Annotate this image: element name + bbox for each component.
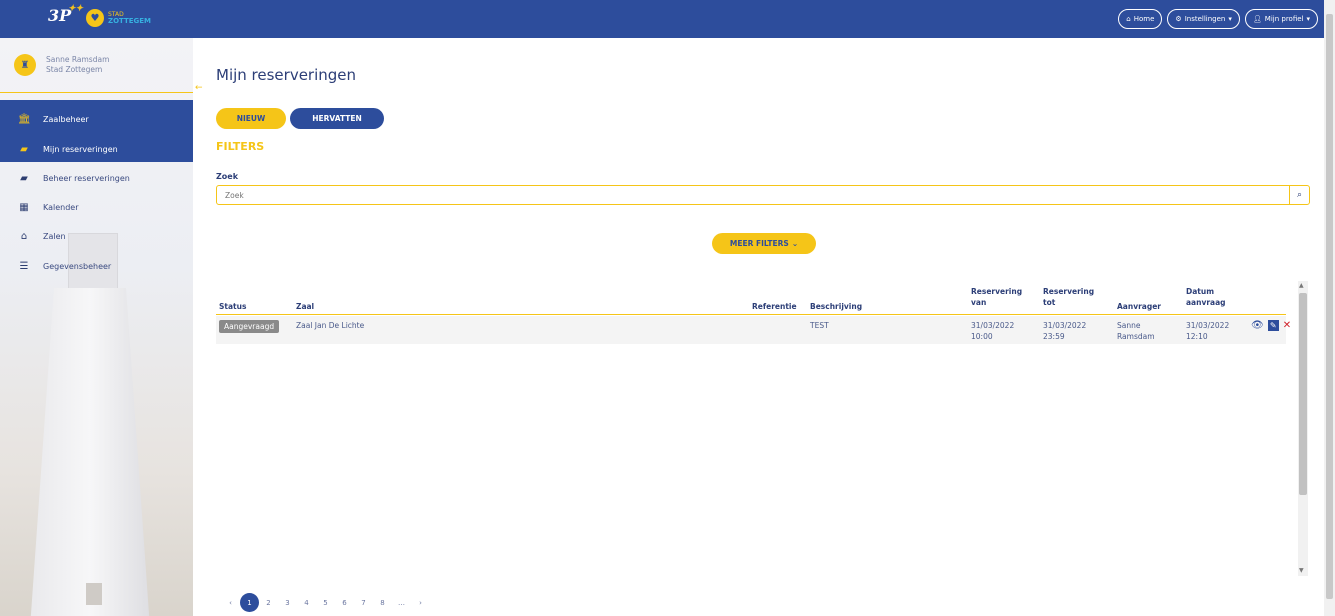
page-3[interactable]: 3: [278, 593, 297, 612]
cell-tot-date: 31/03/2022: [1043, 321, 1087, 330]
status-badge: Aangevraagd: [219, 320, 280, 333]
user-panel[interactable]: ♜ Sanne Ramsdam Stad Zottegem: [0, 38, 193, 93]
cell-datum-time: 12:10: [1186, 332, 1208, 341]
col-header-van-line2: van: [971, 298, 987, 307]
view-icon[interactable]: 👁︎: [1251, 320, 1264, 331]
col-header-tot-line1: Reservering: [1043, 287, 1095, 296]
sidebar-item-mijn-reserveringen[interactable]: ▰ Mijn reserveringen: [0, 135, 193, 163]
edit-icon[interactable]: ✎: [1267, 320, 1279, 331]
sidebar-item-zalen[interactable]: ⌂ Zalen: [0, 222, 193, 250]
database-icon: ☰: [19, 260, 29, 272]
cell-zaal: Zaal Jan De Lichte: [296, 321, 365, 330]
book-icon: ▰: [20, 143, 28, 155]
cell-aanvrager: Sanne Ramsdam: [1117, 320, 1155, 342]
col-header-reservering-tot[interactable]: Reservering tot: [1043, 286, 1094, 308]
more-filters-button[interactable]: MEER FILTERS ⌄: [712, 233, 816, 254]
search-icon: ⌕: [1296, 190, 1303, 200]
scroll-down-arrow-icon[interactable]: ▼: [1299, 567, 1304, 574]
book-icon: ▰: [20, 172, 28, 184]
page-1[interactable]: 1: [240, 593, 259, 612]
scroll-up-arrow-icon[interactable]: ▲: [1299, 282, 1304, 289]
city-logo[interactable]: ♥ STAD ZOTTEGEM: [86, 9, 151, 27]
col-header-datum-aanvraag[interactable]: Datum aanvraag: [1186, 286, 1226, 308]
resume-button[interactable]: HERVATTEN: [290, 108, 384, 129]
col-header-zaal[interactable]: Zaal: [296, 301, 314, 312]
table-row[interactable]: Aangevraagd Zaal Jan De Lichte TEST 31/0…: [216, 316, 1291, 344]
user-icon: 👤︎: [1252, 15, 1262, 23]
settings-dropdown[interactable]: ⚙ Instellingen ▾: [1167, 9, 1240, 29]
lighthouse-background: [30, 288, 150, 616]
col-header-tot-line2: tot: [1043, 298, 1056, 307]
home-icon: ⌂: [20, 230, 28, 242]
cell-aanvrager-last: Ramsdam: [1117, 332, 1155, 341]
col-header-datum-line2: aanvraag: [1186, 298, 1226, 307]
col-header-van-line1: Reservering: [971, 287, 1023, 296]
sidebar-item-beheer-reserveringen[interactable]: ▰ Beheer reserveringen: [0, 164, 193, 192]
sidebar-item-kalender[interactable]: ▦ Kalender: [0, 193, 193, 221]
profile-dropdown[interactable]: 👤︎ Mijn profiel ▾: [1244, 9, 1318, 29]
cell-van-time: 10:00: [971, 332, 993, 341]
table-scrollbar[interactable]: ▲ ▼: [1298, 281, 1308, 576]
page-5[interactable]: 5: [316, 593, 335, 612]
gear-icon: ⚙: [1175, 15, 1182, 23]
delete-icon[interactable]: ✕: [1283, 320, 1291, 331]
lighthouse-door: [86, 583, 102, 605]
row-actions: 👁︎ ✎ ✕: [1251, 320, 1291, 331]
pagination: ‹ 1 2 3 4 5 6 7 8 … ›: [221, 593, 430, 612]
cell-reservering-tot: 31/03/2022 23:59: [1043, 320, 1086, 342]
page-6[interactable]: 6: [335, 593, 354, 612]
table-scroll-thumb[interactable]: [1299, 293, 1307, 495]
page-title: Mijn reserveringen: [216, 66, 357, 84]
user-avatar-icon: ♜: [14, 54, 36, 76]
col-header-reservering-van[interactable]: Reservering van: [971, 286, 1022, 308]
more-filters-label: MEER FILTERS: [729, 239, 789, 248]
page-scroll-thumb[interactable]: [1326, 14, 1333, 599]
user-name: Sanne Ramsdam: [46, 55, 110, 64]
col-header-aanvrager[interactable]: Aanvrager: [1117, 301, 1161, 312]
cell-datum-date: 31/03/2022: [1186, 321, 1230, 330]
user-org: Stad Zottegem: [46, 65, 103, 74]
search-box: ⌕: [216, 185, 1310, 205]
home-icon: ⌂: [1126, 15, 1131, 23]
heart-icon: ♥: [86, 9, 104, 27]
search-button[interactable]: ⌕: [1289, 186, 1309, 204]
sidebar-item-zaalbeheer[interactable]: 🏛︎ Zaalbeheer: [0, 105, 193, 133]
new-button[interactable]: NIEUW: [216, 108, 286, 129]
header-divider: [216, 314, 1286, 315]
building-icon: 🏛︎: [18, 113, 31, 125]
chevron-down-icon: ⌄: [791, 239, 799, 248]
calendar-icon: ▦: [19, 201, 29, 213]
page-2[interactable]: 2: [259, 593, 278, 612]
cell-reservering-van: 31/03/2022 10:00: [971, 320, 1014, 342]
main-content: Mijn reserveringen NIEUW HERVATTEN FILTE…: [193, 38, 1324, 616]
top-bar: 3P ✦✦ ♥ STAD ZOTTEGEM ⌂ Home ⚙ Instellingen ▾…: [0, 0, 1324, 38]
page-7[interactable]: 7: [354, 593, 373, 612]
col-header-referentie[interactable]: Referentie: [752, 301, 797, 312]
page-4[interactable]: 4: [297, 593, 316, 612]
cell-datum-aanvraag: 31/03/2022 12:10: [1186, 320, 1229, 342]
sidebar: ♜ Sanne Ramsdam Stad Zottegem 🏛︎ Zaalbehe…: [0, 38, 193, 616]
col-header-beschrijving[interactable]: Beschrijving: [810, 301, 862, 312]
city-logo-bottom: ZOTTEGEM: [108, 17, 152, 25]
home-button[interactable]: ⌂ Home: [1118, 9, 1163, 29]
cell-tot-time: 23:59: [1043, 332, 1065, 341]
page-next[interactable]: ›: [411, 593, 430, 612]
top-nav: ⌂ Home ⚙ Instellingen ▾ 👤︎ Mijn profiel ▾: [1118, 9, 1318, 29]
col-header-status[interactable]: Status: [219, 301, 246, 312]
sidebar-item-gegevensbeheer[interactable]: ☰ Gegevensbeheer: [0, 252, 193, 280]
page-ellipsis: …: [398, 598, 405, 607]
cell-aanvrager-first: Sanne: [1117, 321, 1141, 330]
brand-logo[interactable]: 3P ✦✦: [48, 4, 83, 25]
caret-down-icon: ▾: [1228, 15, 1232, 23]
caret-down-icon: ▾: [1306, 15, 1310, 23]
search-label: Zoek: [216, 172, 239, 181]
cell-beschrijving: TEST: [810, 321, 829, 330]
filters-heading: FILTERS: [216, 140, 265, 153]
search-input[interactable]: [217, 186, 1289, 204]
page-scrollbar[interactable]: [1324, 0, 1335, 616]
col-header-datum-line1: Datum: [1186, 287, 1215, 296]
page-prev[interactable]: ‹: [221, 593, 240, 612]
page-8[interactable]: 8: [373, 593, 392, 612]
cell-van-date: 31/03/2022: [971, 321, 1015, 330]
